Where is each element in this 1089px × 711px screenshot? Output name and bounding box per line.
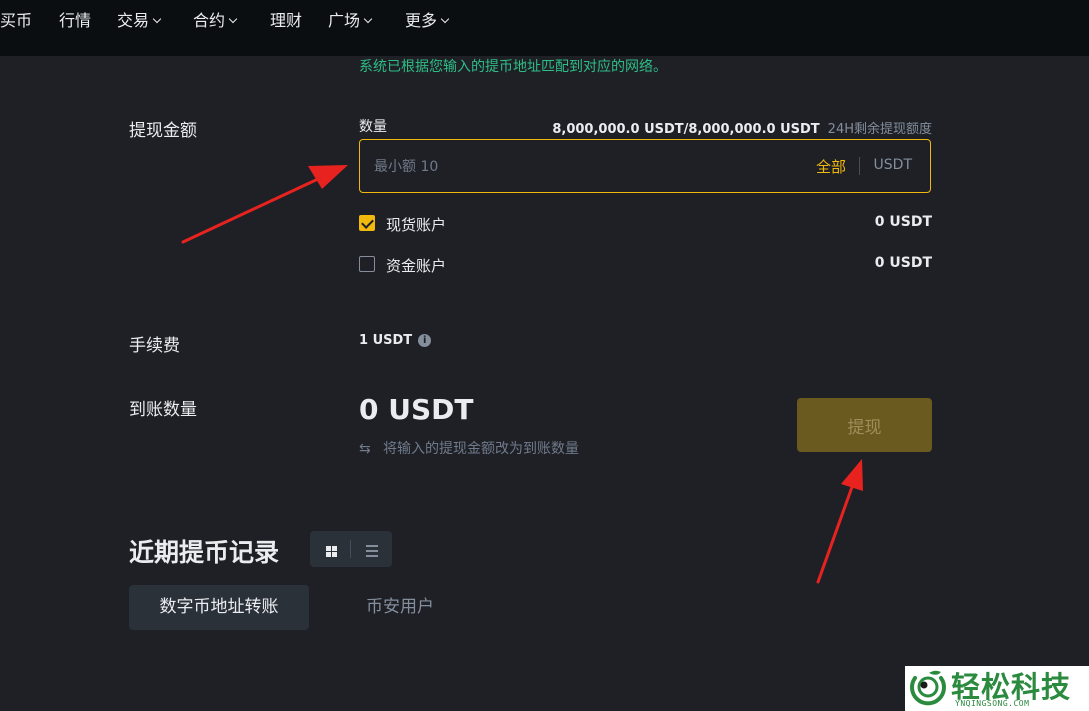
- recent-withdrawals-title: 近期提币记录: [129, 538, 280, 567]
- funding-account-name: 资金账户: [386, 257, 447, 275]
- watermark-logo-icon: [910, 670, 946, 706]
- funding-account-row[interactable]: 资金账户 0 USDT: [359, 255, 932, 275]
- watermark-subtext: YNQINGSONG.COM: [955, 699, 1030, 708]
- funding-account-checkbox[interactable]: [359, 256, 375, 272]
- fee-value: 1 USDT i: [359, 333, 432, 348]
- annotation-arrow-to-withdraw-button: [816, 459, 863, 584]
- tab-binance-user[interactable]: 币安用户: [345, 585, 455, 630]
- info-icon[interactable]: i: [418, 334, 432, 347]
- chevron-down-icon: [363, 14, 373, 24]
- switch-to-receive-amount[interactable]: ⇆ 将输入的提现金额改为到账数量: [359, 438, 579, 458]
- top-nav: 买币 行情 交易 合约 理财 广场 更多: [0, 0, 1089, 56]
- quota-desc: 24H剩余提现额度: [827, 122, 932, 137]
- spot-account-name: 现货账户: [386, 216, 447, 234]
- receive-amount-label: 到账数量: [129, 400, 197, 420]
- max-amount-button[interactable]: 全部: [816, 156, 846, 177]
- nav-item-markets[interactable]: 行情: [59, 0, 91, 42]
- amount-input[interactable]: [372, 140, 776, 194]
- spot-account-row[interactable]: 现货账户 0 USDT: [359, 214, 932, 234]
- watermark: 轻松科技 YNQINGSONG.COM: [905, 666, 1089, 711]
- list-view-button[interactable]: [351, 531, 391, 567]
- quantity-label: 数量: [359, 119, 387, 135]
- amount-unit: USDT: [873, 157, 912, 173]
- annotation-arrow-to-input: [181, 165, 348, 244]
- receive-amount-value: 0 USDT: [359, 393, 474, 426]
- input-divider: [859, 157, 860, 175]
- amount-input-box: 全部 USDT: [359, 139, 931, 194]
- funding-account-balance: 0 USDT: [874, 255, 932, 271]
- spot-account-checkbox[interactable]: [359, 215, 375, 231]
- nav-item-more[interactable]: 更多: [405, 0, 450, 42]
- withdraw-amount-label: 提现金额: [129, 121, 197, 141]
- nav-item-futures[interactable]: 合约: [193, 0, 238, 42]
- view-toggle: [310, 531, 392, 567]
- network-notice: 系统已根据您输入的提币地址匹配到对应的网络。: [359, 59, 667, 75]
- spot-account-balance: 0 USDT: [874, 214, 932, 230]
- grid-view-icon: [326, 546, 337, 557]
- withdraw-quota: 8,000,000.0 USDT/8,000,000.0 USDT 24H剩余提现…: [552, 118, 932, 137]
- tab-crypto-address-transfer[interactable]: 数字币地址转账: [129, 585, 309, 630]
- grid-view-button[interactable]: [310, 531, 350, 567]
- nav-item-trade[interactable]: 交易: [117, 0, 162, 42]
- withdraw-button[interactable]: 提现: [797, 398, 932, 452]
- chevron-down-icon: [440, 14, 450, 24]
- quota-value: 8,000,000.0 USDT/8,000,000.0 USDT: [552, 122, 820, 137]
- chevron-down-icon: [228, 14, 238, 24]
- nav-item-earn[interactable]: 理财: [270, 0, 302, 42]
- nav-item-square[interactable]: 广场: [328, 0, 373, 42]
- list-view-icon: [366, 545, 378, 557]
- fee-label: 手续费: [129, 336, 180, 356]
- nav-item-buy-crypto[interactable]: 买币: [0, 0, 32, 42]
- swap-icon: ⇆: [359, 441, 371, 457]
- chevron-down-icon: [152, 14, 162, 24]
